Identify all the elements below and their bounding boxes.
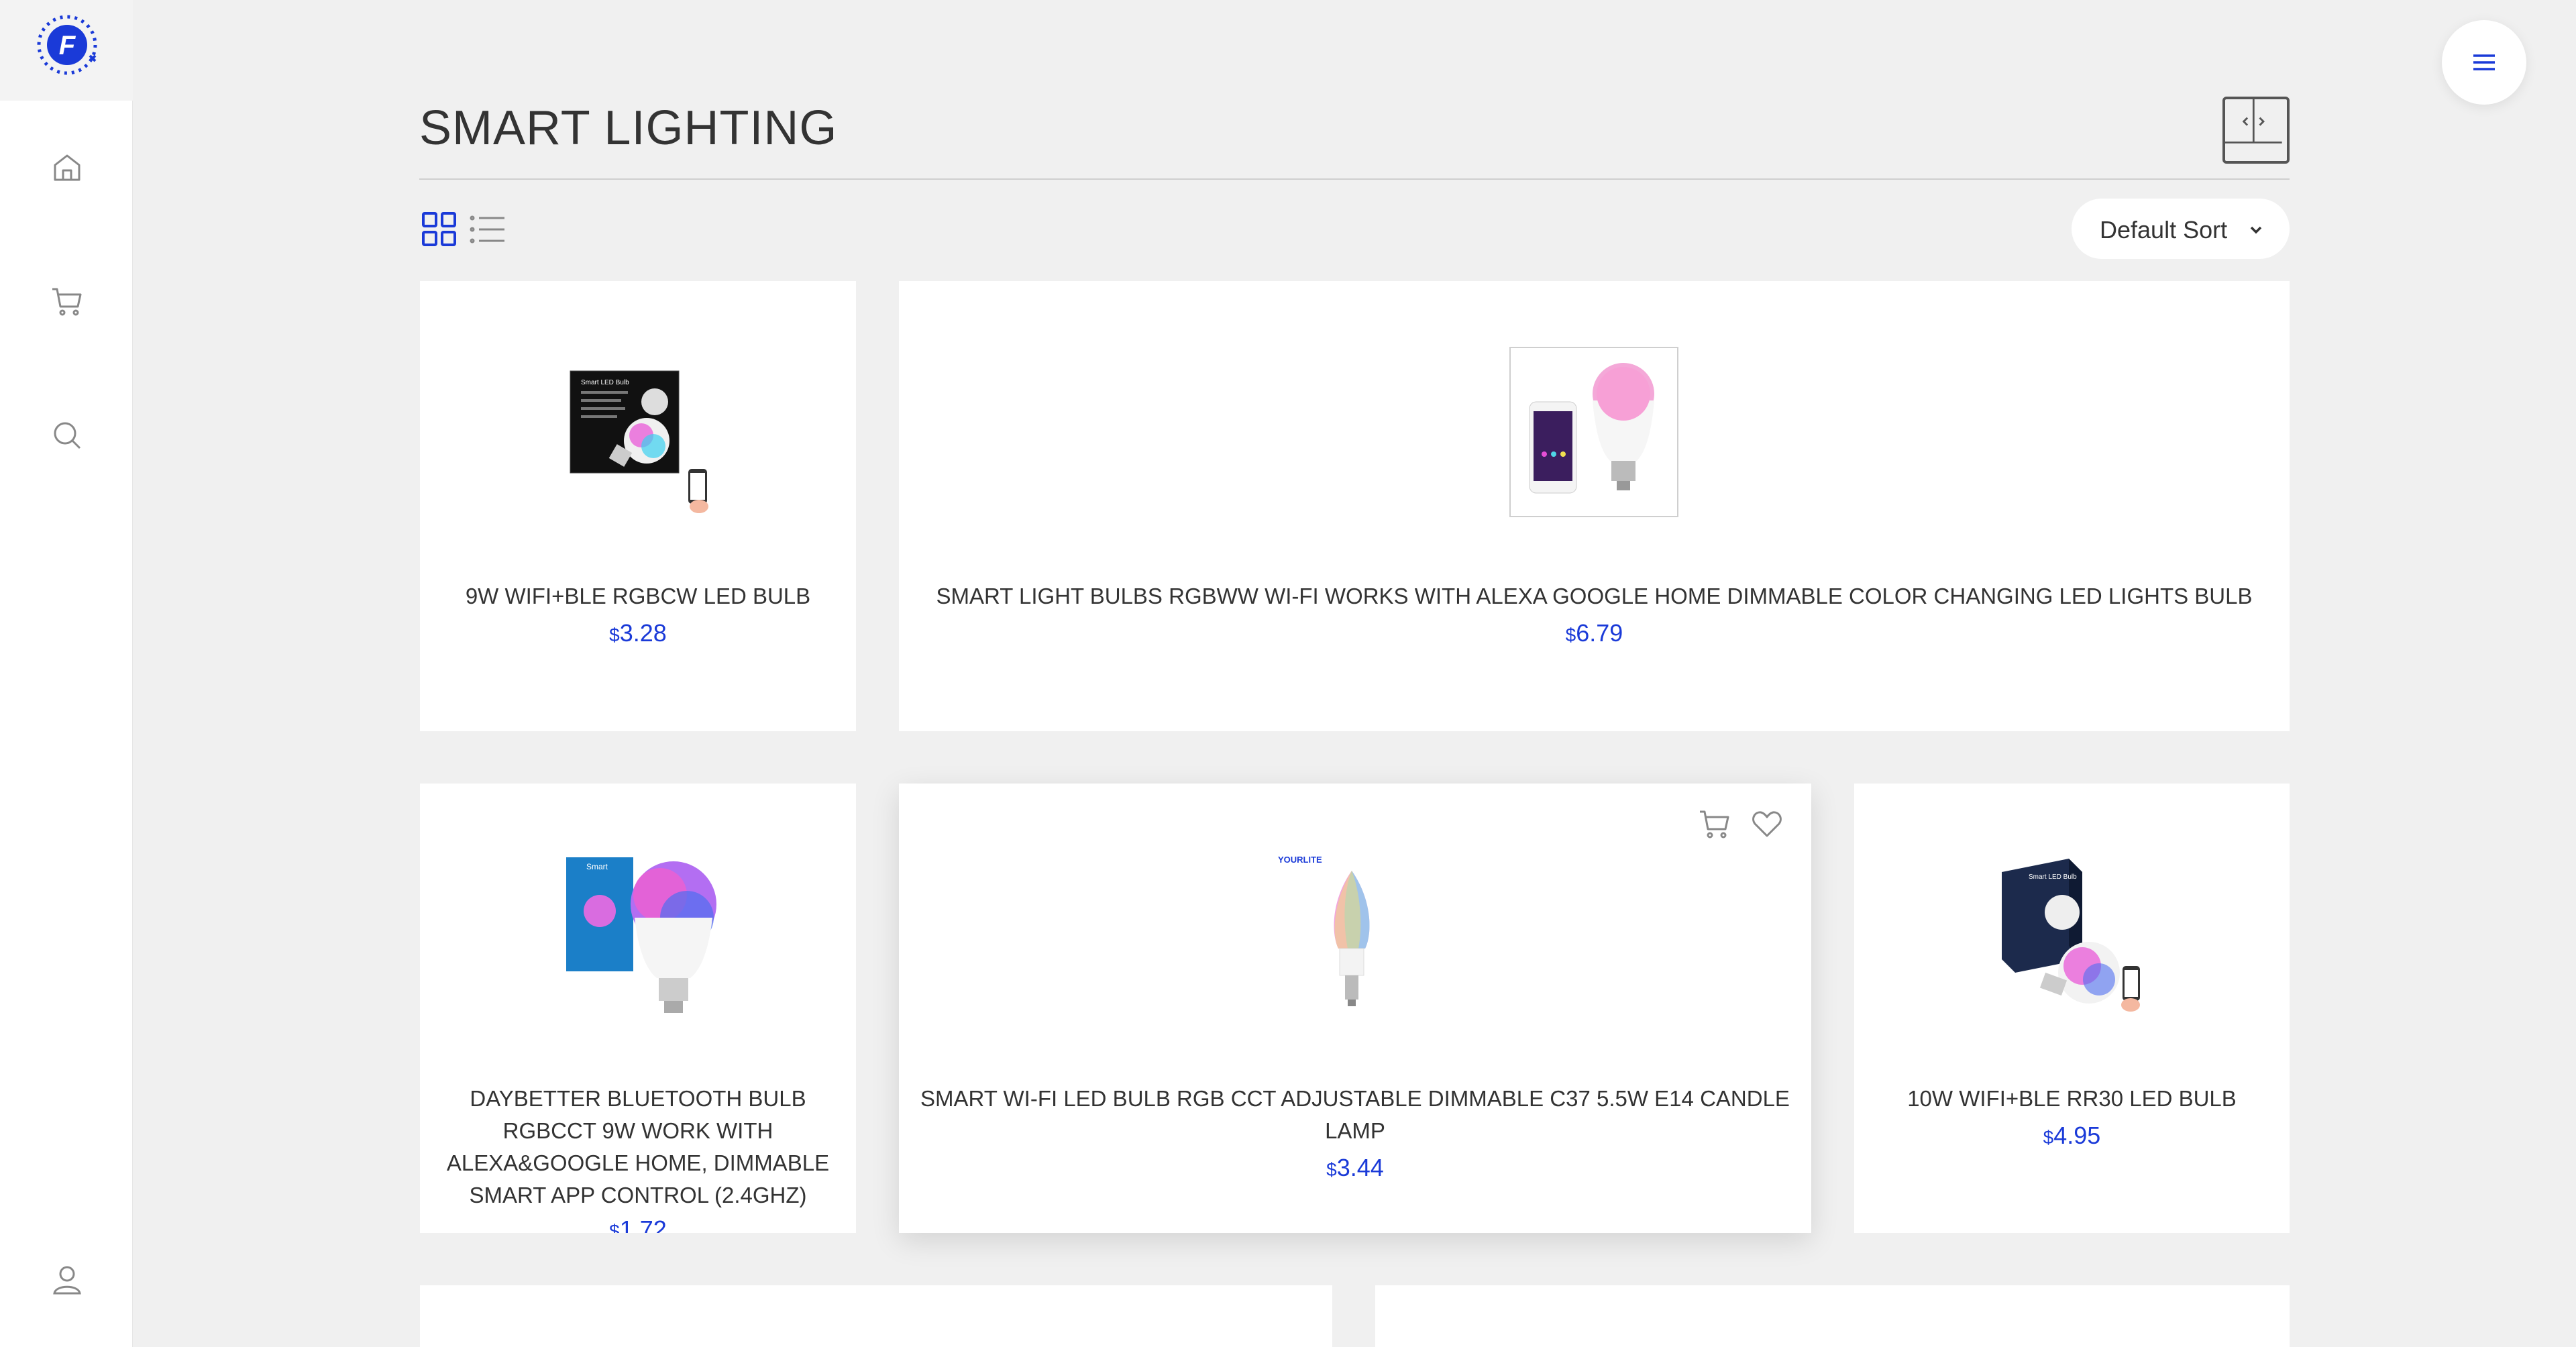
product-name[interactable]: 10W WIFI+BLE RR30 LED BULB: [1874, 1083, 2269, 1115]
product-image[interactable]: Smart LED Bulb: [568, 368, 722, 516]
brand-logo: F: [37, 15, 97, 75]
product-price: $3.28: [609, 619, 667, 647]
product-image[interactable]: YOURLITE: [1278, 855, 1399, 1016]
logo-area[interactable]: F: [0, 0, 133, 101]
wishlist-heart-icon[interactable]: [1750, 806, 1784, 841]
sort-label: Default Sort: [2100, 216, 2228, 244]
svg-text:Smart LED Bulb: Smart LED Bulb: [2029, 873, 2077, 881]
search-icon[interactable]: [50, 418, 85, 453]
sidebar: F: [0, 0, 133, 1347]
product-price: $1.72: [609, 1216, 667, 1233]
product-card[interactable]: SMART LIGHT BULBS RGBWW WI-FI WORKS WITH…: [899, 281, 2290, 731]
grid-view-icon[interactable]: [421, 211, 458, 248]
product-price: $3.44: [1326, 1154, 1384, 1181]
home-icon[interactable]: [50, 150, 85, 185]
product-name[interactable]: DAYBETTER BLUETOOTH BULB RGBCCT 9W WORK …: [440, 1083, 836, 1211]
product-image[interactable]: Smart: [559, 844, 727, 1020]
menu-button[interactable]: [2442, 20, 2526, 105]
product-name[interactable]: SMART LIGHT BULBS RGBWW WI-FI WORKS WITH…: [919, 580, 2269, 612]
split-view-button[interactable]: [2222, 97, 2290, 164]
svg-text:F: F: [59, 31, 76, 60]
product-card[interactable]: [420, 1285, 1332, 1347]
split-view-icon: [2225, 99, 2282, 144]
candle-bulb-image: [1334, 871, 1370, 1006]
svg-text:Smart: Smart: [586, 862, 608, 871]
sort-dropdown[interactable]: Default Sort: [2072, 199, 2290, 259]
product-name[interactable]: SMART WI-FI LED BULB RGB CCT ADJUSTABLE …: [919, 1083, 1791, 1147]
product-image[interactable]: [1509, 347, 1678, 517]
product-card[interactable]: [1375, 1285, 2290, 1347]
product-card[interactable]: Smart LED Bulb 9W WIFI+BLE RGBCW LED BUL…: [420, 281, 856, 731]
user-icon[interactable]: [50, 1262, 85, 1297]
product-price: $4.95: [2043, 1122, 2101, 1149]
product-name[interactable]: 9W WIFI+BLE RGBCW LED BULB: [440, 580, 836, 612]
product-image[interactable]: Smart LED Bulb: [1988, 852, 2156, 1020]
list-view-icon[interactable]: [470, 213, 507, 246]
product-price: $6.79: [1565, 619, 1623, 647]
product-card[interactable]: Smart LED Bulb 10W WIFI+BLE RR30 LED BUL…: [1854, 784, 2290, 1233]
hamburger-icon: [2473, 54, 2495, 70]
product-card[interactable]: Smart DAYBETTER BLUETOOTH BULB RGBCCT 9W…: [420, 784, 856, 1233]
cart-icon[interactable]: [50, 284, 85, 319]
page-title: SMART LIGHTING: [419, 101, 838, 155]
chevron-down-icon: [2250, 226, 2262, 234]
divider: [419, 178, 2290, 180]
svg-text:Smart LED Bulb: Smart LED Bulb: [581, 379, 629, 386]
product-card[interactable]: YOURLITE SMART WI-FI LED BULB RGB CCT AD…: [899, 784, 1811, 1233]
card-actions: [1697, 806, 1784, 841]
add-to-cart-icon[interactable]: [1697, 806, 1732, 841]
